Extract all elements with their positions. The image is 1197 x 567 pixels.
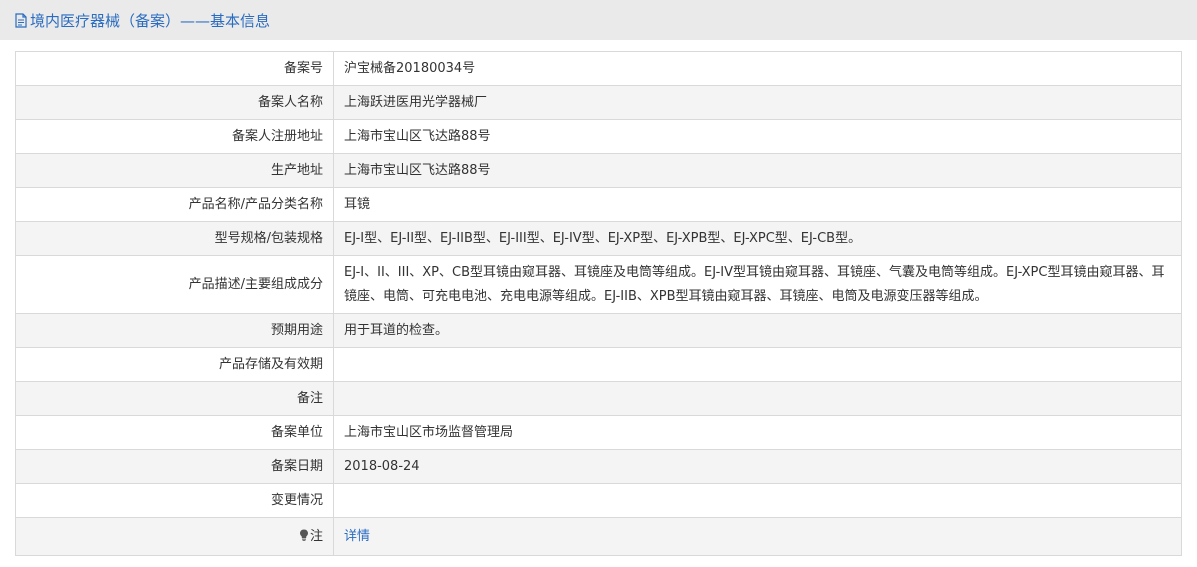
- field-value: [333, 347, 1182, 382]
- field-label: 变更情况: [15, 483, 334, 518]
- field-value: [333, 483, 1182, 518]
- note-label: 注: [309, 528, 323, 544]
- table-row: 生产地址 上海市宝山区飞达路88号: [15, 153, 1182, 188]
- field-value: 上海市宝山区市场监督管理局: [333, 415, 1182, 450]
- document-icon: [15, 12, 27, 28]
- field-value: 2018-08-24: [333, 449, 1182, 484]
- table-row: 变更情况: [15, 483, 1182, 518]
- table-row: 备案日期 2018-08-24: [15, 449, 1182, 484]
- page-title: 境内医疗器械（备案）——基本信息: [30, 11, 271, 30]
- info-table: 备案号 沪宝械备20180034号 备案人名称 上海跃进医用光学器械厂 备案人注…: [15, 51, 1182, 556]
- field-label: 产品名称/产品分类名称: [15, 187, 334, 222]
- field-value: 耳镜: [333, 187, 1182, 222]
- field-label: 备案号: [15, 51, 334, 86]
- table-row: 备案单位 上海市宝山区市场监督管理局: [15, 415, 1182, 450]
- note-label-cell: 注: [15, 517, 334, 556]
- page-header: 境内医疗器械（备案）——基本信息: [0, 0, 1197, 40]
- table-row: 备案人名称 上海跃进医用光学器械厂: [15, 85, 1182, 120]
- field-value: 沪宝械备20180034号: [333, 51, 1182, 86]
- note-row: 注 详情: [15, 517, 1182, 556]
- field-label: 备注: [15, 381, 334, 416]
- table-row: 预期用途 用于耳道的检查。: [15, 313, 1182, 348]
- field-label: 产品存储及有效期: [15, 347, 334, 382]
- table-row: 备案号 沪宝械备20180034号: [15, 51, 1182, 86]
- field-value: 上海市宝山区飞达路88号: [333, 153, 1182, 188]
- field-label: 备案人注册地址: [15, 119, 334, 154]
- field-label: 型号规格/包装规格: [15, 221, 334, 256]
- field-label: 产品描述/主要组成成分: [15, 255, 334, 314]
- field-value: EJ-I型、EJ-II型、EJ-IIB型、EJ-III型、EJ-IV型、EJ-X…: [333, 221, 1182, 256]
- table-row: 产品名称/产品分类名称 耳镜: [15, 187, 1182, 222]
- note-value-cell: 详情: [333, 517, 1182, 556]
- table-row: 产品存储及有效期: [15, 347, 1182, 382]
- field-label: 生产地址: [15, 153, 334, 188]
- details-link[interactable]: 详情: [344, 529, 370, 544]
- field-label: 备案单位: [15, 415, 334, 450]
- info-table-container: 备案号 沪宝械备20180034号 备案人名称 上海跃进医用光学器械厂 备案人注…: [15, 51, 1182, 556]
- table-row: 型号规格/包装规格 EJ-I型、EJ-II型、EJ-IIB型、EJ-III型、E…: [15, 221, 1182, 256]
- field-label: 备案人名称: [15, 85, 334, 120]
- table-row: 备注: [15, 381, 1182, 416]
- field-value: EJ-I、II、III、XP、CB型耳镜由窥耳器、耳镜座及电筒等组成。EJ-IV…: [333, 255, 1182, 314]
- table-row: 产品描述/主要组成成分 EJ-I、II、III、XP、CB型耳镜由窥耳器、耳镜座…: [15, 255, 1182, 314]
- field-label: 预期用途: [15, 313, 334, 348]
- field-value: 上海跃进医用光学器械厂: [333, 85, 1182, 120]
- field-value: 上海市宝山区飞达路88号: [333, 119, 1182, 154]
- field-label: 备案日期: [15, 449, 334, 484]
- field-value: [333, 381, 1182, 416]
- table-row: 备案人注册地址 上海市宝山区飞达路88号: [15, 119, 1182, 154]
- lightbulb-icon: [299, 529, 309, 541]
- field-value: 用于耳道的检查。: [333, 313, 1182, 348]
